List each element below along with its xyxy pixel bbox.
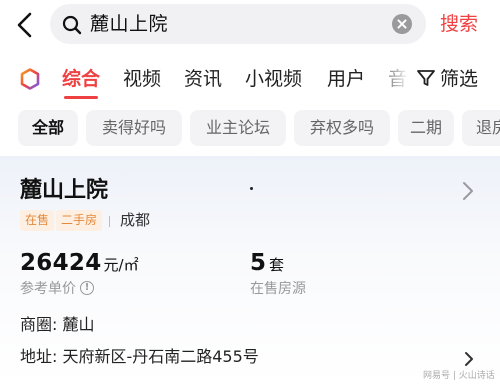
filter-label: 筛选 <box>440 68 479 90</box>
category-tabs: 综合 视频 资讯 小视频 用户 音 筛选 <box>0 52 500 104</box>
tab-news[interactable]: 资讯 <box>184 66 222 92</box>
address[interactable]: 地址: 天府新区-丹石南二路455号 <box>20 346 259 368</box>
chip-all[interactable]: 全部 <box>18 110 78 146</box>
search-box[interactable]: 麓山上院 <box>50 4 426 44</box>
chip-owner-forum[interactable]: 业主论坛 <box>190 110 286 146</box>
watermark: 网易号 | 火山诗话 <box>423 371 495 381</box>
chip-refund[interactable]: 退房 <box>462 110 500 146</box>
city-label: 成都 <box>120 211 151 229</box>
price-value: 26424 元/㎡ <box>20 248 139 280</box>
price-number: 26424 <box>20 250 102 276</box>
business-district: 商圈: 麓山 <box>20 315 95 334</box>
listing-count: 5套 <box>250 248 284 280</box>
price-label-text: 参考单价 <box>20 281 76 297</box>
address-chevron-icon[interactable] <box>464 351 474 371</box>
count-caption: 在售房源 <box>250 281 306 297</box>
search-button[interactable]: 搜索 <box>440 10 478 38</box>
decorative-dot <box>250 187 253 190</box>
chip-waivers[interactable]: 弃权多吗 <box>294 110 390 146</box>
search-input[interactable]: 麓山上院 <box>90 11 168 37</box>
tab-video[interactable]: 视频 <box>123 66 161 92</box>
filter-button[interactable]: 筛选 <box>412 66 479 92</box>
filter-icon <box>417 70 435 86</box>
chip-sales[interactable]: 卖得好吗 <box>86 110 182 146</box>
property-card[interactable]: 麓山上院 在售 二手房 成都 26424 元/㎡ 参考单价! 5套 在售房源 商圈… <box>0 156 500 386</box>
active-tab-indicator <box>64 96 98 99</box>
search-header: 麓山上院 搜索 <box>0 0 500 50</box>
price-caption: 参考单价! <box>20 280 94 298</box>
tab-short-video[interactable]: 小视频 <box>245 66 302 92</box>
clear-icon[interactable] <box>392 14 412 34</box>
info-icon[interactable]: ! <box>80 280 94 295</box>
tag-on-sale: 在售 <box>20 210 55 231</box>
tab-general[interactable]: 综合 <box>62 66 100 92</box>
chip-phase-two[interactable]: 二期 <box>398 110 454 146</box>
property-name: 麓山上院 <box>20 178 109 203</box>
price-unit: 元/㎡ <box>103 256 139 274</box>
back-arrow-icon[interactable] <box>14 11 38 39</box>
brand-logo-icon <box>20 68 40 90</box>
tab-users[interactable]: 用户 <box>327 66 365 92</box>
count-unit: 套 <box>269 256 285 274</box>
tag-second-hand: 二手房 <box>56 210 103 231</box>
chevron-right-icon[interactable] <box>462 181 474 205</box>
divider <box>109 216 110 227</box>
count-number: 5 <box>250 250 267 276</box>
suggestion-chips: 全部 卖得好吗 业主论坛 弃权多吗 二期 退房 <box>0 108 500 150</box>
search-icon <box>61 14 83 36</box>
